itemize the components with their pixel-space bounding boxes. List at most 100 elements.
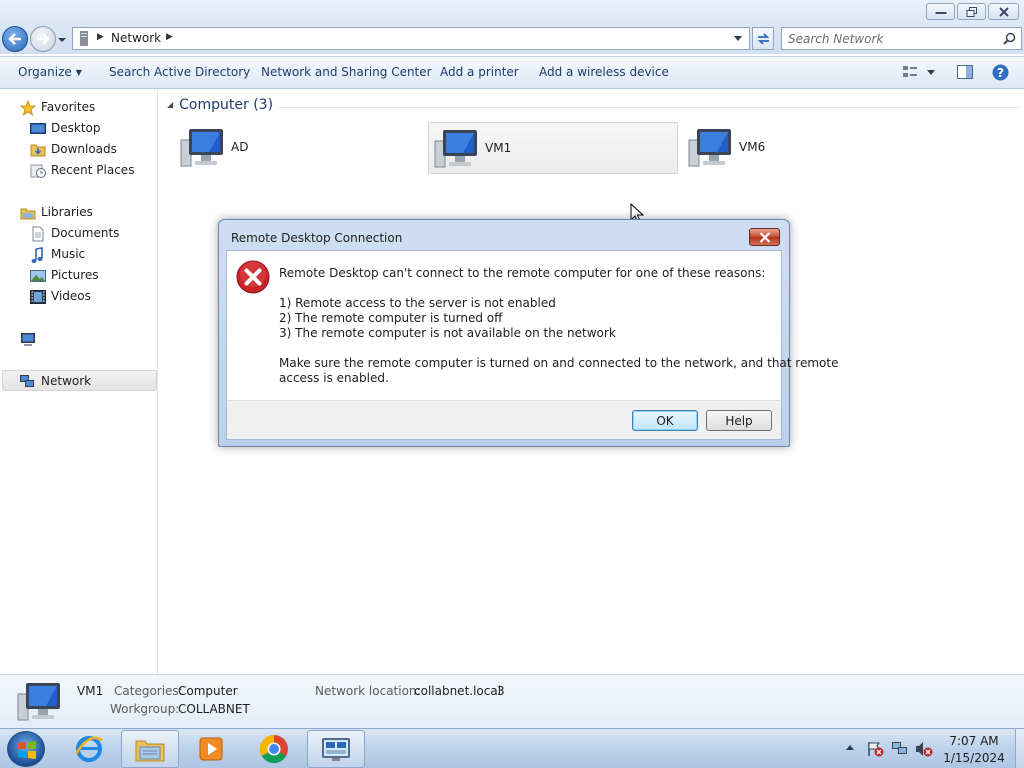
computer-monitor-icon [180,129,223,167]
minimize-button[interactable] [926,3,955,20]
breadcrumb-separator-icon[interactable]: ▶ [166,32,173,42]
navigation-pane: Favorites Desktop Downloads Recent Place… [0,90,158,674]
window-titlebar [0,0,1024,24]
nav-downloads-label: Downloads [51,142,117,156]
videos-icon [30,290,46,304]
help-button[interactable]: Help [706,410,772,431]
ok-button[interactable]: OK [632,410,698,431]
desktop-icon [30,123,46,134]
remote-desktop-icon [322,738,350,761]
dialog-reason-3: 3) The remote computer is not available … [279,326,616,340]
dialog-message-line: Remote Desktop can't connect to the remo… [279,266,766,280]
details-pane: VM1 Categories: Computer Workgroup: COLL… [0,674,1024,728]
nav-pictures-label: Pictures [51,268,99,282]
group-header-label: Computer (3) [179,97,274,113]
address-dropdown-icon[interactable] [733,35,743,43]
dialog-reason-2: 2) The remote computer is turned off [279,311,503,325]
restore-icon [966,6,977,17]
taskbar-internet-explorer[interactable] [60,730,118,768]
computer-icon [21,333,35,346]
show-desktop-button[interactable] [1015,729,1024,768]
help-icon[interactable]: ? [992,64,1009,81]
rdp-error-dialog: Remote Desktop Connection Remote Desktop… [218,219,838,447]
address-bar[interactable]: ▶ Network ▶ [72,27,750,50]
organize-label: Organize [18,65,72,79]
taskbar-chrome[interactable] [245,730,303,768]
breadcrumb-network[interactable]: Network [111,31,161,45]
network-status-icon[interactable] [891,741,909,757]
clock-time[interactable]: 7:07 AM [934,734,1014,748]
taskbar-media-player[interactable] [182,730,240,768]
media-player-icon [199,737,223,761]
search-box[interactable] [781,27,1022,50]
svg-text:?: ? [997,66,1004,80]
refresh-icon [757,33,770,45]
search-icon[interactable] [1003,32,1016,45]
add-wireless-device-button[interactable]: Add a wireless device [539,65,669,79]
computer-monitor-icon [434,130,477,168]
nav-network[interactable]: Network [2,370,157,391]
computer-item-label: VM1 [485,141,512,155]
documents-icon [32,226,44,242]
recent-pages-button[interactable] [57,34,67,44]
internet-explorer-icon [74,736,103,762]
details-categories-label: Categories: [114,684,183,698]
chrome-icon [260,735,288,763]
group-header[interactable]: ◢ Computer (3) [167,97,273,113]
start-button[interactable] [7,731,45,767]
forward-button[interactable] [30,26,56,52]
dialog-advice-line: Make sure the remote computer is turned … [279,356,839,370]
restore-button[interactable] [957,3,986,20]
computer-monitor-icon [688,129,731,167]
nav-music-label: Music [51,247,86,261]
dialog-body: Remote Desktop can't connect to the remo… [226,250,838,400]
back-arrow-icon [8,33,21,45]
organize-menu[interactable]: Organize ▼ [18,65,82,79]
close-button[interactable] [988,3,1019,20]
action-center-flag-icon[interactable] [866,741,884,757]
network-sharing-center-button[interactable]: Network and Sharing Center [261,65,432,79]
taskbar-windows-explorer[interactable] [121,730,179,768]
details-workgroup-label: Workgroup: [110,702,180,716]
details-location-count: 3 [497,684,505,698]
computer-item-ad[interactable]: AD [175,122,425,174]
change-view-icon[interactable] [902,64,918,80]
show-hidden-icons-icon[interactable] [845,743,855,751]
computer-monitor-icon [17,683,60,721]
forward-arrow-icon [37,33,50,45]
computer-item-vm6[interactable]: VM6 [683,122,933,174]
details-categories-value: Computer [178,684,238,698]
taskbar-remote-desktop[interactable] [307,730,365,768]
recent-places-icon [30,164,46,178]
back-button[interactable] [2,26,28,52]
star-icon [20,100,36,116]
dialog-title: Remote Desktop Connection [231,231,403,245]
refresh-button[interactable] [752,27,774,50]
command-bar: Organize ▼ Search Active Directory Networ… [0,56,1024,89]
details-name: VM1 [77,684,104,698]
details-location-value: collabnet.local [414,684,502,698]
dialog-advice-line: access is enabled. [279,371,389,385]
details-location-label: Network location: [315,684,421,698]
search-active-directory-button[interactable]: Search Active Directory [109,65,250,79]
volume-muted-icon[interactable] [915,741,933,757]
nav-recent-places-label: Recent Places [51,163,135,177]
nav-libraries-label: Libraries [41,205,93,219]
view-options-chevron-icon[interactable] [926,69,936,77]
dialog-footer: OK Help [226,400,782,440]
taskbar: 7:07 AM 1/15/2024 [0,728,1024,768]
computer-item-label: AD [231,140,249,154]
address-row: ▶ Network ▶ [0,24,1024,54]
computer-item-vm1[interactable]: VM1 [428,122,678,174]
nav-desktop-label: Desktop [51,121,101,135]
pictures-icon [30,270,46,282]
dialog-close-button[interactable] [749,228,780,246]
music-note-icon [31,247,43,263]
libraries-icon [20,208,36,220]
preview-pane-icon[interactable] [957,64,973,80]
add-printer-button[interactable]: Add a printer [440,65,519,79]
network-location-icon [80,31,88,46]
search-input[interactable] [788,31,988,46]
close-icon [759,232,771,243]
clock-date[interactable]: 1/15/2024 [934,751,1014,765]
